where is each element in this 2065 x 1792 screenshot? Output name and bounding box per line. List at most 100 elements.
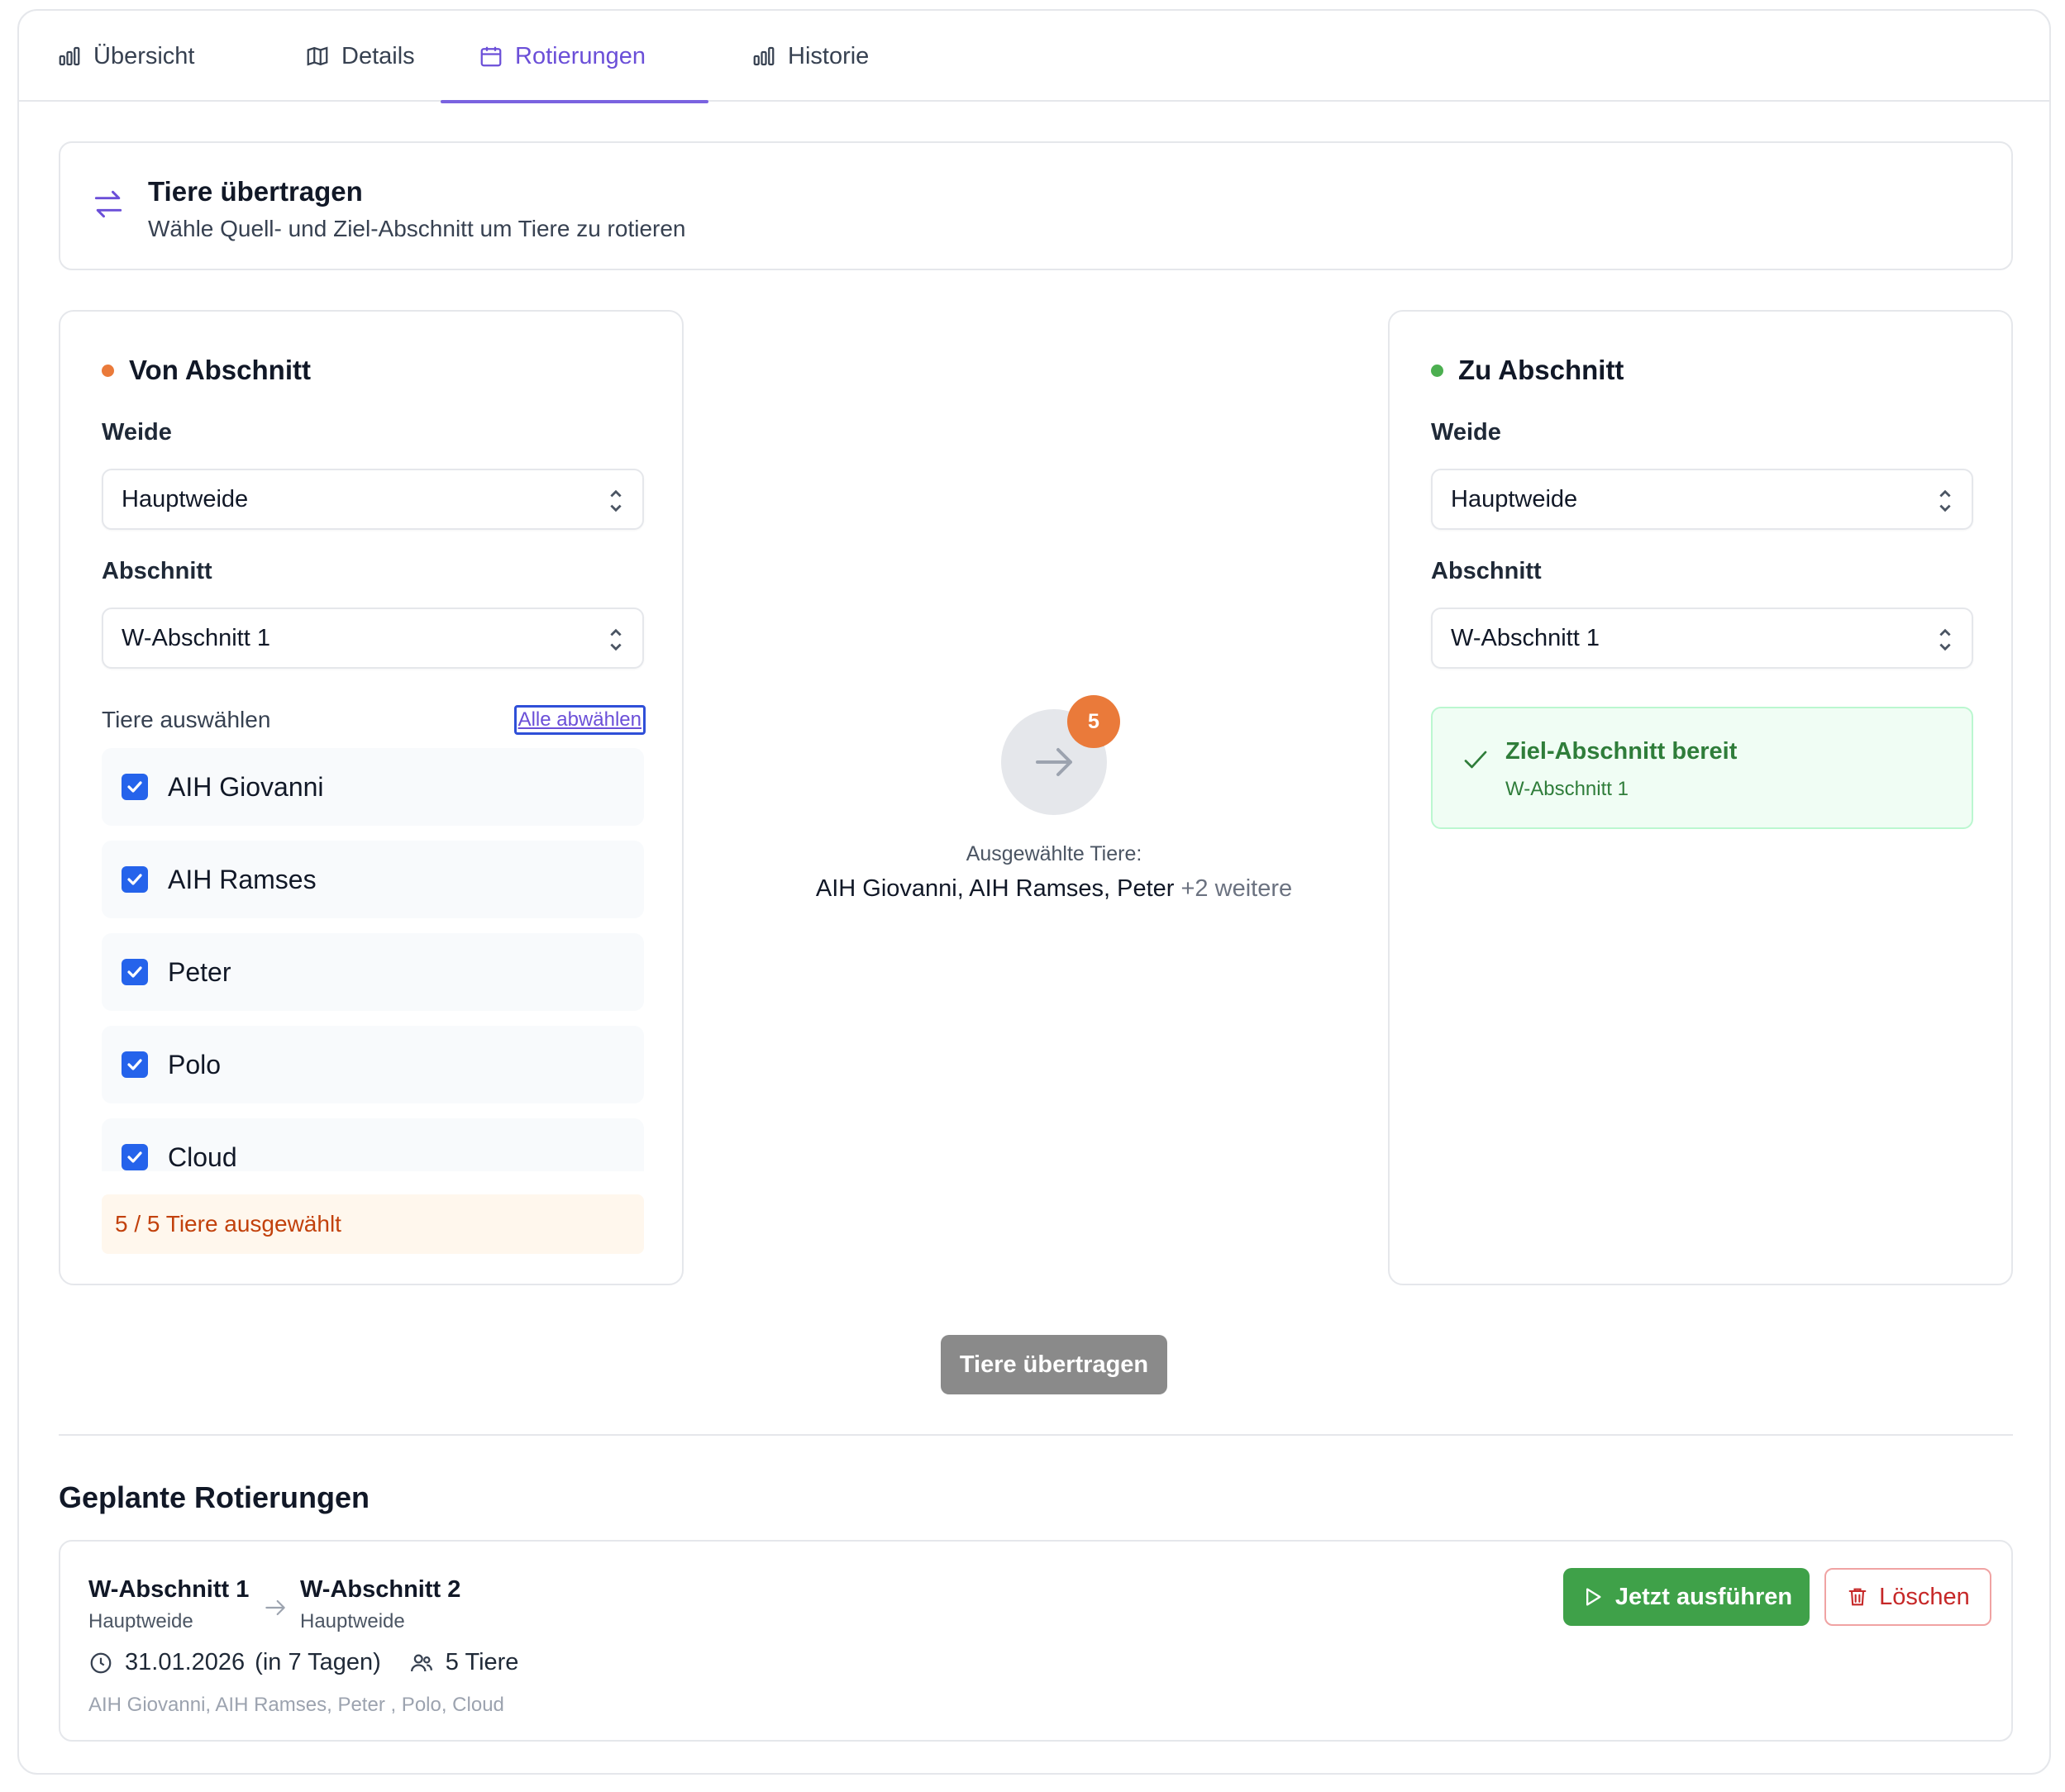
animal-name: AIH Giovanni xyxy=(168,771,324,802)
app-frame: Übersicht Details Rotierungen Historie T… xyxy=(17,9,2051,1775)
ready-subtitle: W-Abschnitt 1 xyxy=(1505,778,1629,800)
select-value: Hauptweide xyxy=(1451,485,1578,512)
select-value: W-Abschnitt 1 xyxy=(122,624,270,651)
map-icon xyxy=(307,46,328,66)
tab-historie[interactable]: Historie xyxy=(713,11,907,102)
clock-icon xyxy=(90,1652,112,1673)
chevron-up-down-icon xyxy=(610,489,622,512)
select-value: W-Abschnitt 1 xyxy=(1451,624,1600,651)
list-item[interactable]: Cloud xyxy=(102,1118,644,1171)
tab-label: Rotierungen xyxy=(515,42,646,69)
to-section-panel: Zu Abschnitt Weide Hauptweide Abschnitt … xyxy=(1388,310,2013,1285)
rotation-animal-count: 5 Tiere xyxy=(445,1649,519,1675)
chevron-up-down-icon xyxy=(1939,628,1951,651)
header-subtitle: Wähle Quell- und Ziel-Abschnitt um Tiere… xyxy=(148,216,686,241)
run-now-button[interactable]: Jetzt ausführen xyxy=(1563,1568,1810,1626)
trash-icon xyxy=(1848,1588,1867,1606)
from-abschnitt-select[interactable]: W-Abschnitt 1 xyxy=(102,608,644,669)
from-weide-select[interactable]: Hauptweide xyxy=(102,469,644,530)
divider xyxy=(59,1434,2013,1436)
tab-label: Übersicht xyxy=(93,42,195,69)
tab-details[interactable]: Details xyxy=(267,11,453,102)
from-abschnitt-label: Abschnitt xyxy=(102,558,212,584)
checkbox[interactable] xyxy=(122,1051,148,1078)
select-value: Hauptweide xyxy=(122,485,249,512)
animal-name: Cloud xyxy=(168,1141,237,1172)
checkbox[interactable] xyxy=(122,959,148,985)
to-title-text: Zu Abschnitt xyxy=(1458,355,1624,385)
rotation-to: W-Abschnitt 2 Hauptweide xyxy=(300,1576,460,1633)
arrow-right-icon xyxy=(265,1599,285,1616)
selected-count-badge: 5 xyxy=(1067,695,1120,748)
to-weide-name: Hauptweide xyxy=(300,1610,405,1632)
animal-name: Polo xyxy=(168,1049,222,1079)
status-dot xyxy=(1431,364,1443,377)
checkbox[interactable] xyxy=(122,1144,148,1170)
header-title: Tiere übertragen xyxy=(148,176,363,207)
list-item[interactable]: AIH Ramses xyxy=(102,841,644,918)
more-text: +2 weitere xyxy=(1180,875,1293,902)
run-now-label: Jetzt ausführen xyxy=(1614,1583,1793,1610)
to-weide-select[interactable]: Hauptweide xyxy=(1431,469,1973,530)
rotation-meta: 31.01.2026 (in 7 Tagen) 5 Tiere xyxy=(88,1649,518,1676)
tab-uebersicht[interactable]: Übersicht xyxy=(19,11,233,102)
animal-select-header: Tiere auswählen Alle abwählen xyxy=(102,705,646,738)
chevron-up-down-icon xyxy=(610,628,622,651)
to-weide-label: Weide xyxy=(1431,419,1501,446)
checkbox[interactable] xyxy=(122,774,148,800)
bar-chart-icon xyxy=(59,46,80,66)
from-weide-name: Hauptweide xyxy=(88,1610,193,1632)
target-ready-box: Ziel-Abschnitt bereit W-Abschnitt 1 xyxy=(1431,707,1973,829)
from-section-name: W-Abschnitt 1 xyxy=(88,1576,250,1603)
check-icon xyxy=(127,1059,142,1070)
from-weide-label: Weide xyxy=(102,419,172,446)
from-section-panel: Von Abschnitt Weide Hauptweide Abschnitt… xyxy=(59,310,684,1285)
list-item[interactable]: AIH Giovanni xyxy=(102,748,644,826)
scheduled-title: Geplante Rotierungen xyxy=(59,1480,370,1514)
arrow-right-icon xyxy=(1036,748,1072,776)
from-title-text: Von Abschnitt xyxy=(129,355,311,385)
bar-chart-icon xyxy=(753,46,775,66)
rotation-relative: (in 7 Tagen) xyxy=(255,1649,381,1675)
selected-animals-names: AIH Giovanni, AIH Ramses, Peter +2 weite… xyxy=(763,875,1345,903)
chevron-up-down-icon xyxy=(1939,489,1951,512)
check-icon xyxy=(127,966,142,978)
to-abschnitt-label: Abschnitt xyxy=(1431,558,1542,584)
status-dot xyxy=(102,364,114,377)
selected-count-bar: 5 / 5 Tiere ausgewählt xyxy=(102,1194,644,1254)
animal-name: Peter xyxy=(168,956,231,987)
calendar-icon xyxy=(480,46,502,67)
from-panel-title: Von Abschnitt xyxy=(102,355,311,386)
check-icon xyxy=(127,1151,142,1163)
rotation-animals: AIH Giovanni, AIH Ramses, Peter , Polo, … xyxy=(88,1694,504,1716)
names-text: AIH Giovanni, AIH Ramses, Peter xyxy=(815,875,1175,902)
list-item[interactable]: Peter xyxy=(102,933,644,1011)
check-icon xyxy=(127,781,142,793)
transfer-header-card: Tiere übertragen Wähle Quell- und Ziel-A… xyxy=(59,141,2013,270)
users-icon xyxy=(410,1654,432,1671)
to-section-name: W-Abschnitt 2 xyxy=(300,1576,461,1603)
check-icon xyxy=(127,874,142,885)
deselect-all-button[interactable]: Alle abwählen xyxy=(513,705,646,735)
tab-rotierungen[interactable]: Rotierungen xyxy=(441,11,708,103)
rotation-date: 31.01.2026 xyxy=(125,1649,246,1675)
transfer-button[interactable]: Tiere übertragen xyxy=(941,1335,1167,1394)
select-animals-label: Tiere auswählen xyxy=(102,707,271,732)
check-icon xyxy=(1464,751,1487,769)
swap-arrows-icon xyxy=(94,190,122,218)
delete-label: Löschen xyxy=(1879,1583,1970,1610)
to-panel-title: Zu Abschnitt xyxy=(1431,355,1624,386)
list-item[interactable]: Polo xyxy=(102,1026,644,1103)
animal-name: AIH Ramses xyxy=(168,864,317,894)
checkbox[interactable] xyxy=(122,866,148,893)
scheduled-rotation-card: W-Abschnitt 1 Hauptweide W-Abschnitt 2 H… xyxy=(59,1540,2013,1742)
to-abschnitt-select[interactable]: W-Abschnitt 1 xyxy=(1431,608,1973,669)
delete-button[interactable]: Löschen xyxy=(1824,1568,1991,1626)
tab-label: Details xyxy=(341,42,415,69)
tab-label: Historie xyxy=(788,42,870,69)
ready-title: Ziel-Abschnitt bereit xyxy=(1505,738,1738,765)
tab-bar: Übersicht Details Rotierungen Historie xyxy=(19,11,2049,103)
selected-animals-label: Ausgewählte Tiere: xyxy=(966,842,1142,865)
rotation-from: W-Abschnitt 1 Hauptweide xyxy=(88,1576,249,1633)
animal-list[interactable]: AIH Giovanni AIH Ramses Peter Polo Cloud xyxy=(102,748,644,1171)
